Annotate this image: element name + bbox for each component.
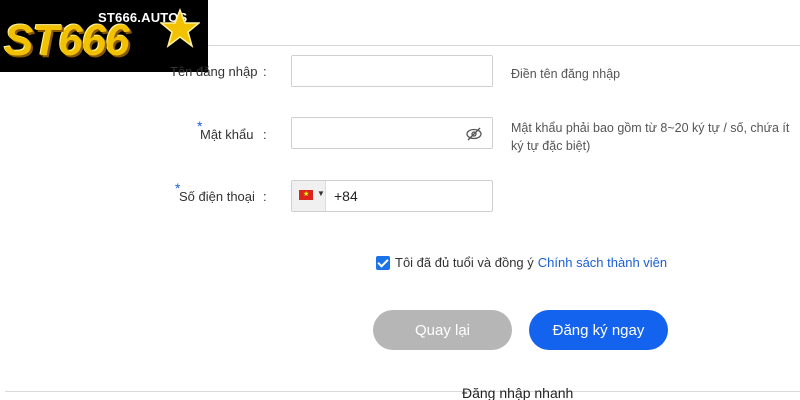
back-button[interactable]: Quay lại <box>373 310 512 350</box>
agreement-checkbox[interactable] <box>376 255 390 270</box>
username-colon: : <box>263 64 267 79</box>
top-divider <box>200 45 800 46</box>
password-colon: : <box>263 127 267 142</box>
phone-colon: : <box>263 189 267 204</box>
password-hint-line2: ký tự đặc biệt) <box>511 139 591 153</box>
username-input[interactable] <box>291 55 493 87</box>
username-hint: Điền tên đăng nhập <box>511 67 621 81</box>
star-icon <box>160 8 200 48</box>
phone-value: +84 <box>334 188 358 204</box>
country-code-select[interactable]: ★ ▼ <box>292 181 326 211</box>
bottom-divider <box>5 391 800 392</box>
password-hint-line1: Mật khẩu phải bao gồm từ 8~20 ký tự / số… <box>511 121 790 135</box>
site-logo[interactable]: ST666.AUTOS ST666 <box>0 0 208 72</box>
password-label: Mật khẩu <box>200 127 254 142</box>
member-policy-link[interactable]: Chính sách thành viên <box>538 255 667 270</box>
vietnam-flag-icon: ★ <box>299 190 313 200</box>
caret-down-icon: ▼ <box>317 189 325 198</box>
phone-input[interactable]: ★ ▼ +84 <box>291 180 493 212</box>
eye-off-icon[interactable] <box>466 126 482 142</box>
agreement-row: Tôi đã đủ tuổi và đồng ý Chính sách thàn… <box>376 255 667 270</box>
phone-label: Số điện thoại <box>179 189 255 204</box>
logo-wordmark: ST666 <box>4 16 130 65</box>
register-button[interactable]: Đăng ký ngay <box>529 310 668 350</box>
agreement-text: Tôi đã đủ tuổi và đồng ý <box>395 255 534 270</box>
username-label: Tên đăng nhập <box>170 64 258 79</box>
quick-login-heading: Đăng nhập nhanh <box>462 385 574 400</box>
password-input[interactable] <box>291 117 493 149</box>
